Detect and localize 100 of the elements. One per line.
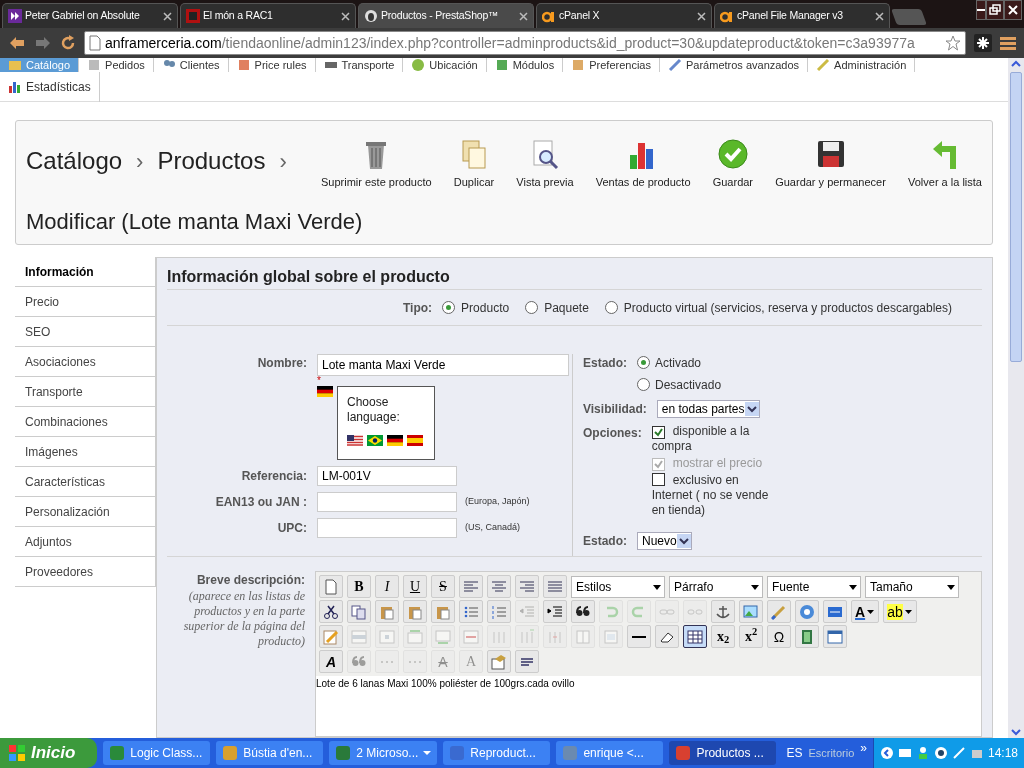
toolbar-button[interactable]: Ventas de producto bbox=[595, 139, 691, 191]
menu-tab[interactable]: Módulos bbox=[486, 58, 564, 72]
browser-tab[interactable]: cPanel X bbox=[536, 3, 712, 28]
close-button[interactable] bbox=[1004, 0, 1022, 20]
sidebar-tab[interactable]: Personalización bbox=[15, 497, 156, 527]
start-button[interactable]: Inicio bbox=[0, 738, 98, 768]
language-indicator[interactable]: ES bbox=[786, 744, 803, 762]
format-select[interactable]: Estilos bbox=[571, 575, 665, 598]
radio-button[interactable] bbox=[604, 301, 618, 315]
taskbar-button[interactable]: Bústia d'en... bbox=[216, 741, 324, 765]
menu-tab[interactable]: Pedidos bbox=[79, 58, 154, 72]
quotation-mark-button[interactable] bbox=[571, 600, 595, 623]
radio-button[interactable] bbox=[525, 301, 539, 315]
sidebar-tab[interactable]: Imágenes bbox=[15, 437, 156, 467]
film-button[interactable] bbox=[795, 625, 819, 648]
condition-select[interactable]: Nuevo bbox=[637, 531, 692, 550]
breadcrumb-link[interactable]: Productos bbox=[157, 143, 266, 179]
lines-button[interactable] bbox=[515, 650, 539, 673]
sidebar-tab[interactable]: Proveedores bbox=[15, 557, 156, 587]
toolbar-button[interactable]: Guardar y permanecer bbox=[775, 139, 886, 191]
format-select[interactable]: Fuente bbox=[767, 575, 861, 598]
editor-button[interactable]: U bbox=[403, 575, 427, 598]
align-center-button[interactable] bbox=[487, 575, 511, 598]
editor-button[interactable]: x$^{2}$ bbox=[739, 625, 763, 648]
editor-button[interactable]: ab bbox=[883, 600, 917, 623]
indent-button[interactable] bbox=[543, 600, 567, 623]
radio-button[interactable] bbox=[637, 356, 650, 370]
editor-button[interactable]: B bbox=[347, 575, 371, 598]
scrollbar-thumb[interactable] bbox=[1010, 72, 1022, 362]
image-button[interactable] bbox=[739, 600, 763, 623]
window-button[interactable] bbox=[823, 625, 847, 648]
format-select[interactable]: Tamaño bbox=[865, 575, 959, 598]
sidebar-tab[interactable]: Características bbox=[15, 467, 156, 497]
flag-icon[interactable] bbox=[317, 385, 333, 397]
format-select[interactable]: Párrafo bbox=[669, 575, 763, 598]
sidebar-tab[interactable]: SEO bbox=[15, 317, 156, 347]
browser-tab[interactable]: Peter Gabriel on Absolute bbox=[2, 3, 178, 28]
brush-button[interactable] bbox=[767, 600, 791, 623]
flag-icon[interactable] bbox=[367, 434, 383, 446]
taskbar-button[interactable]: 2 Microso... bbox=[329, 741, 438, 765]
editor-button[interactable]: I bbox=[375, 575, 399, 598]
scrollbar[interactable] bbox=[1008, 58, 1024, 738]
upc-field[interactable] bbox=[317, 517, 457, 538]
address-bar[interactable]: anframerceria.com/tiendaonline/admin123/index.php?controller=adminproducts&id_product=30&updateproduct&token=c3a93977a bbox=[84, 31, 966, 55]
name-field[interactable]: Lote manta Maxi Verde bbox=[317, 353, 569, 376]
editor-button[interactable]: Ω bbox=[767, 625, 791, 648]
toolbar-button[interactable]: Volver a la lista bbox=[908, 139, 982, 191]
sidebar-tab[interactable]: Precio bbox=[15, 287, 156, 317]
bullet-list-button[interactable] bbox=[459, 600, 483, 623]
editor-button[interactable]: A bbox=[851, 600, 880, 623]
flag-icon[interactable] bbox=[387, 434, 403, 446]
menu-tab[interactable]: Transporte bbox=[315, 58, 404, 72]
editor-button[interactable]: A bbox=[319, 650, 343, 673]
help-button[interactable] bbox=[795, 600, 819, 623]
eraser-button[interactable] bbox=[655, 625, 679, 648]
anchor-button[interactable] bbox=[711, 600, 735, 623]
toolbar-button[interactable]: Suprimir este producto bbox=[321, 139, 432, 191]
taskbar-button[interactable]: Logic Class... bbox=[103, 741, 211, 765]
menu-tab[interactable]: Parámetros avanzados bbox=[660, 58, 809, 72]
editor-button[interactable]: S bbox=[431, 575, 455, 598]
desktop-toolbar[interactable]: Escritorio bbox=[808, 744, 855, 762]
taskbar-button[interactable]: Productos ... bbox=[669, 741, 777, 765]
editor-button[interactable]: x$_{2}$ bbox=[711, 625, 735, 648]
restore-button[interactable] bbox=[986, 0, 1004, 20]
align-left-button[interactable] bbox=[459, 575, 483, 598]
checkbox[interactable] bbox=[651, 472, 665, 486]
paste-button[interactable] bbox=[403, 600, 427, 623]
toolbar-button[interactable]: Duplicar bbox=[453, 139, 495, 191]
paste-button[interactable] bbox=[431, 600, 455, 623]
taskbar-button[interactable]: Reproduct... bbox=[443, 741, 551, 765]
table-button[interactable] bbox=[683, 625, 707, 648]
taskbar-button[interactable]: enrique <... bbox=[556, 741, 664, 765]
toolbar-expand[interactable]: » bbox=[860, 739, 867, 757]
minimize-button[interactable] bbox=[976, 0, 986, 20]
menu-tab[interactable]: Clientes bbox=[153, 58, 229, 72]
ean13-field[interactable] bbox=[317, 491, 457, 512]
align-right-button[interactable] bbox=[515, 575, 539, 598]
visibility-select[interactable]: en todas partes bbox=[656, 399, 760, 418]
toolbar-button[interactable]: Vista previa bbox=[516, 139, 574, 191]
menu-tab[interactable]: Estadísticas bbox=[0, 72, 100, 102]
menu-tab[interactable]: Price rules bbox=[228, 58, 316, 72]
horizontal-line-button[interactable] bbox=[627, 625, 651, 648]
browser-tab[interactable]: cPanel File Manager v3 bbox=[714, 3, 890, 28]
sidebar-tab[interactable]: Transporte bbox=[15, 377, 156, 407]
numbered-list-button[interactable] bbox=[487, 600, 511, 623]
flag-icon[interactable] bbox=[347, 434, 363, 446]
paste-button[interactable] bbox=[375, 600, 399, 623]
radio-button[interactable] bbox=[637, 378, 650, 392]
browser-tab[interactable]: El món a RAC1 bbox=[180, 3, 356, 28]
reference-field[interactable]: LM-001V bbox=[317, 465, 457, 486]
radio-button[interactable] bbox=[442, 301, 456, 315]
sidebar-tab[interactable]: Asociaciones bbox=[15, 347, 156, 377]
menu-tab[interactable]: Administración bbox=[808, 58, 916, 72]
menu-tab[interactable]: Preferencias bbox=[563, 58, 660, 72]
sidebar-tab[interactable]: Combinaciones bbox=[15, 407, 156, 437]
sidebar-tab[interactable]: Información bbox=[15, 257, 156, 287]
new-tab-button[interactable] bbox=[891, 9, 927, 25]
sidebar-tab[interactable]: Adjuntos bbox=[15, 527, 156, 557]
checkbox[interactable] bbox=[651, 425, 665, 439]
scissors-button[interactable] bbox=[319, 600, 343, 623]
